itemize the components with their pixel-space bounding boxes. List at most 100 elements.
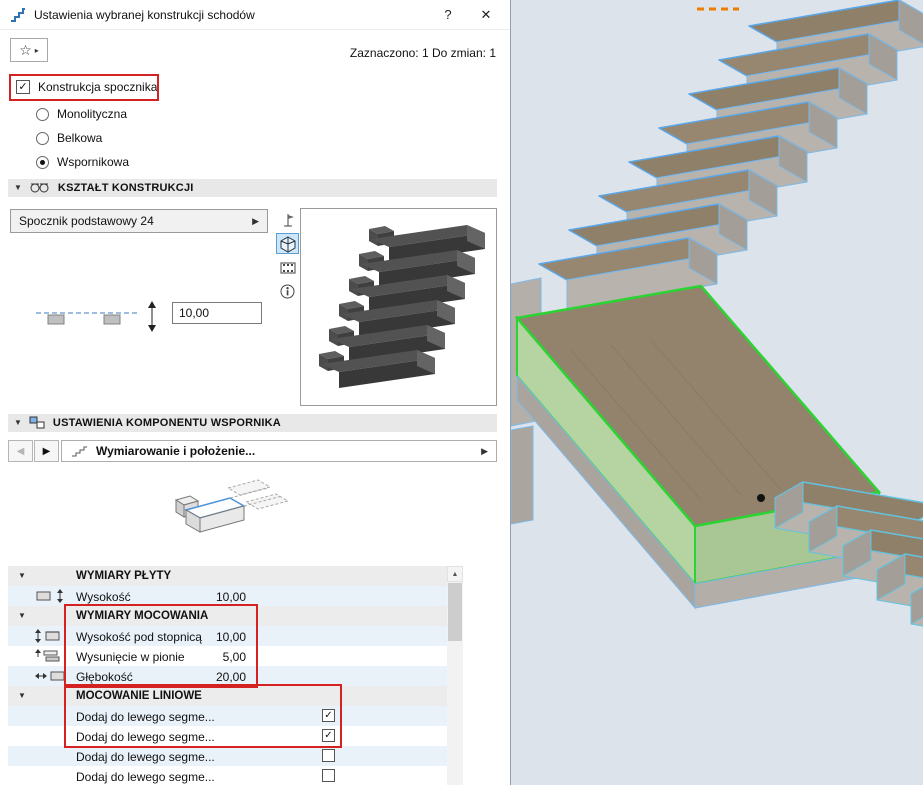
- property-label: Dodaj do lewego segme...: [76, 710, 215, 724]
- section-header-shape[interactable]: ▼ KSZTAŁT KONSTRUKCJI: [8, 179, 497, 197]
- radio-belkowa[interactable]: Belkowa: [36, 130, 102, 146]
- floor-plan-icon: [280, 212, 296, 228]
- component-preview-icon: [168, 470, 290, 562]
- table-row-dodaj-segment-2[interactable]: Dodaj do lewego segme... ✓: [8, 726, 447, 746]
- collapse-icon[interactable]: ▼: [18, 572, 26, 580]
- component-page-label: Wymiarowanie i położenie...: [96, 444, 256, 458]
- radio-label: Monolityczna: [57, 107, 128, 121]
- check-icon: ✓: [324, 709, 333, 721]
- section-view-button[interactable]: [276, 257, 299, 278]
- table-group-wymiary-plyty[interactable]: ▼ WYMIARY PŁYTY: [8, 566, 447, 586]
- floor-plan-view-button[interactable]: [276, 209, 299, 230]
- radio-circle[interactable]: [36, 131, 49, 145]
- height-schematic-icon: [34, 299, 166, 335]
- property-label: Głębokość: [76, 670, 133, 684]
- collapse-icon[interactable]: ▼: [14, 419, 22, 427]
- row-checkbox[interactable]: ✓: [322, 729, 335, 742]
- check-icon: ✓: [18, 80, 28, 93]
- info-view-button[interactable]: [276, 281, 299, 302]
- radio-wspornikowa[interactable]: Wspornikowa: [36, 154, 129, 170]
- radio-label: Wspornikowa: [57, 155, 130, 169]
- info-icon: [279, 283, 296, 300]
- component-icon: [29, 416, 46, 430]
- nav-next-button[interactable]: ▶: [34, 440, 59, 462]
- property-value[interactable]: 10,00: [156, 590, 246, 604]
- property-label: Dodaj do lewego segme...: [76, 770, 215, 784]
- page-menu-arrow-icon: ▶: [481, 445, 488, 456]
- height-icon: [34, 589, 72, 603]
- film-strip-icon: [279, 261, 297, 275]
- check-icon: ✓: [324, 729, 333, 741]
- selection-status: Zaznaczono: 1 Do zmian: 1: [349, 46, 496, 60]
- group-title: WYMIARY PŁYTY: [76, 570, 172, 582]
- depth-icon: [34, 669, 72, 683]
- close-button[interactable]: ✕: [471, 7, 501, 23]
- property-value[interactable]: 5,00: [156, 650, 246, 664]
- table-row-dodaj-segment-3[interactable]: Dodaj do lewego segme...: [8, 746, 447, 766]
- property-value[interactable]: 10,00: [156, 630, 246, 644]
- table-row-wysuniecie-w-pionie[interactable]: Wysunięcie w pionie 5,00: [8, 646, 447, 666]
- scrollbar-thumb[interactable]: [448, 583, 462, 641]
- collapse-icon[interactable]: ▼: [18, 692, 26, 700]
- collapse-icon[interactable]: ▼: [18, 612, 26, 620]
- property-label: Dodaj do lewego segme...: [76, 730, 215, 744]
- property-label: Dodaj do lewego segme...: [76, 750, 215, 764]
- radio-circle[interactable]: [36, 155, 49, 169]
- dropdown-value: Spocznik podstawowy 24: [19, 214, 154, 228]
- group-title: MOCOWANIE LINIOWE: [76, 690, 202, 702]
- stair-settings-dialog: Ustawienia wybranej konstrukcji schodów …: [0, 0, 511, 785]
- properties-table: ▼ WYMIARY PŁYTY Wysokość 10,00 ▼ WYMIARY…: [8, 566, 447, 785]
- landing-type-dropdown[interactable]: Spocznik podstawowy 24 ▶: [10, 209, 268, 233]
- table-group-wymiary-mocowania[interactable]: ▼ WYMIARY MOCOWANIA: [8, 606, 447, 626]
- group-title: WYMIARY MOCOWANIA: [76, 610, 209, 622]
- table-row-dodaj-segment-1[interactable]: Dodaj do lewego segme... ✓: [8, 706, 447, 726]
- component-nav-icon: [70, 444, 88, 458]
- property-label: Wysokość: [76, 590, 131, 604]
- radio-label: Belkowa: [57, 131, 103, 145]
- height-under-tread-icon: [34, 629, 72, 643]
- dropdown-arrow-icon: ▶: [252, 215, 259, 226]
- vertical-offset-icon: [34, 649, 72, 663]
- preview-mode-stack: [276, 209, 299, 302]
- table-row-wysokosc-pod-stopnica[interactable]: Wysokość pod stopnicą 10,00: [8, 626, 447, 646]
- section-title: KSZTAŁT KONSTRUKCJI: [57, 182, 194, 194]
- shape-icon: [29, 181, 51, 195]
- table-row-glebokosc[interactable]: Głębokość 20,00: [8, 666, 447, 686]
- component-page-selector[interactable]: Wymiarowanie i położenie... ▶: [61, 440, 497, 462]
- scroll-up-button[interactable]: ▲: [447, 566, 463, 582]
- 3d-view-button[interactable]: [276, 233, 299, 254]
- nav-left-icon: ◀: [16, 445, 25, 457]
- star-menu-arrow-icon: ▸: [34, 45, 39, 55]
- 3d-viewport[interactable]: [511, 0, 923, 785]
- help-button[interactable]: ?: [433, 7, 463, 22]
- section-header-component[interactable]: ▼ USTAWIENIA KOMPONENTU WSPORNIKA: [8, 414, 497, 432]
- landing-height-input[interactable]: [172, 302, 262, 324]
- collapse-icon[interactable]: ▼: [14, 184, 22, 192]
- structure-preview-pane[interactable]: [300, 208, 497, 406]
- radio-circle[interactable]: [36, 107, 49, 121]
- table-group-mocowanie-liniowe[interactable]: ▼ MOCOWANIE LINIOWE: [8, 686, 447, 706]
- cube-icon: [279, 235, 297, 253]
- scroll-up-icon: ▲: [451, 570, 459, 578]
- nav-prev-button[interactable]: ◀: [8, 440, 33, 462]
- table-row-wysokosc[interactable]: Wysokość 10,00: [8, 586, 447, 606]
- radio-monolityczna[interactable]: Monolityczna: [36, 106, 127, 122]
- table-row-dodaj-segment-4[interactable]: Dodaj do lewego segme...: [8, 766, 447, 785]
- table-scrollbar[interactable]: ▲: [447, 566, 463, 785]
- dialog-titlebar[interactable]: Ustawienia wybranej konstrukcji schodów …: [0, 0, 510, 30]
- row-checkbox[interactable]: [322, 769, 335, 782]
- cantilever-steps-preview: [319, 225, 485, 388]
- stair-settings-icon: [10, 7, 26, 23]
- row-checkbox[interactable]: [322, 749, 335, 762]
- section-title: USTAWIENIA KOMPONENTU WSPORNIKA: [52, 417, 281, 429]
- stairs-3d-render: [511, 0, 923, 785]
- checkbox-box[interactable]: ✓: [16, 80, 30, 94]
- checkbox-label: Konstrukcja spocznika: [38, 80, 158, 94]
- property-value[interactable]: 20,00: [156, 670, 246, 684]
- row-checkbox[interactable]: ✓: [322, 709, 335, 722]
- star-icon: ☆: [19, 42, 32, 58]
- favorites-button[interactable]: ☆ ▸: [10, 38, 48, 62]
- nav-right-icon: ▶: [42, 445, 51, 457]
- landing-structure-checkbox[interactable]: ✓ Konstrukcja spocznika: [16, 80, 157, 94]
- selection-hotspot-dot: [757, 494, 765, 502]
